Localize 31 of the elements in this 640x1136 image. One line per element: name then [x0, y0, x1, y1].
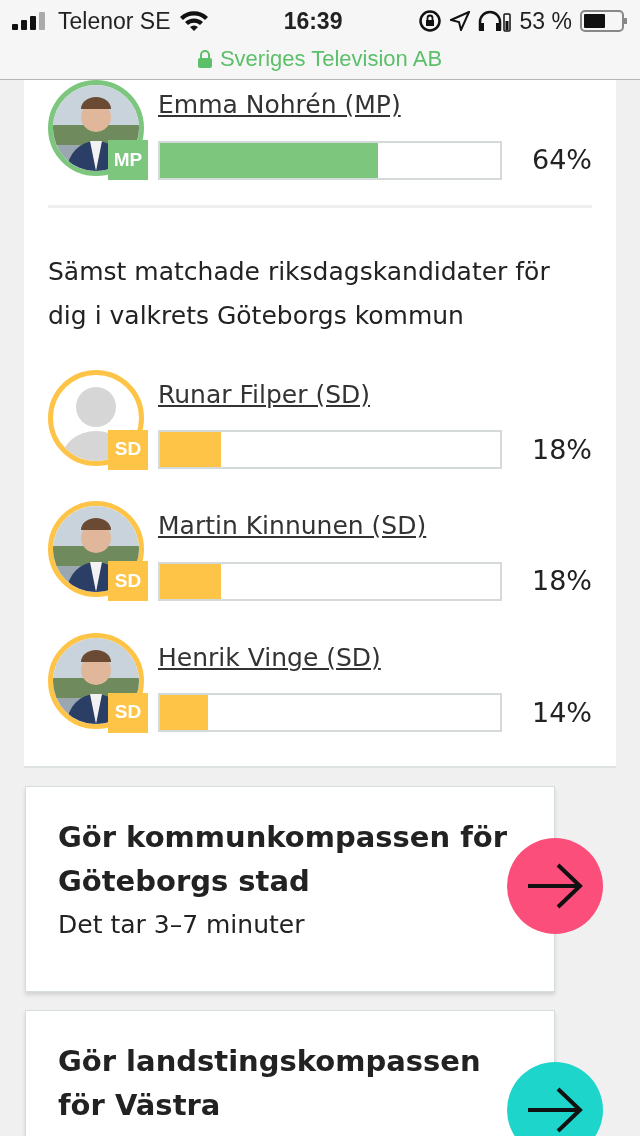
battery-icon — [580, 10, 628, 32]
party-badge: SD — [108, 692, 148, 733]
link-card[interactable]: Gör kommunkompassen för Göteborgs stad Det tar 3–7 minuter — [25, 786, 555, 992]
candidate-link[interactable]: Runar Filper (SD) — [158, 369, 371, 420]
candidate-link[interactable]: Martin Kinnunen (SD) — [158, 501, 427, 551]
arrow-right-icon — [526, 1086, 584, 1134]
section-heading: Sämst matchade riksdagskandidater för dig i valkrets Göteborgs kommun — [48, 255, 551, 332]
card-subtitle: Det tar 3–7 minuter — [58, 909, 306, 941]
party-badge: SD — [108, 429, 148, 470]
candidate-link[interactable]: Henrik Vinge (SD) — [158, 632, 381, 683]
wifi-icon — [178, 10, 209, 32]
carrier-name: Telenor SE — [58, 6, 171, 36]
headphones-icon — [477, 10, 512, 32]
match-percent: 64% — [531, 143, 592, 177]
link-card[interactable]: Gör landstingskompassen för Västra — [25, 1010, 555, 1136]
match-percent: 14% — [531, 695, 592, 730]
match-percent: 18% — [531, 564, 592, 598]
arrow-right-icon — [526, 862, 584, 910]
battery-percentage: 53 % — [519, 6, 572, 36]
site-name: Sveriges Television AB — [219, 45, 443, 73]
card-title: Gör landstingskompassen för Västra — [58, 1043, 482, 1124]
party-badge: SD — [108, 561, 148, 601]
location-icon — [449, 11, 470, 31]
arrow-button[interactable] — [507, 1062, 603, 1136]
match-percent: 18% — [531, 432, 592, 467]
clock: 16:39 — [283, 6, 343, 36]
rotation-lock-icon — [417, 9, 442, 33]
card-title: Gör kommunkompassen för Göteborgs stad — [58, 819, 509, 900]
candidate-link[interactable]: Emma Nohrén (MP) — [158, 80, 401, 130]
lock-icon — [197, 49, 212, 68]
party-badge: MP — [108, 140, 148, 180]
